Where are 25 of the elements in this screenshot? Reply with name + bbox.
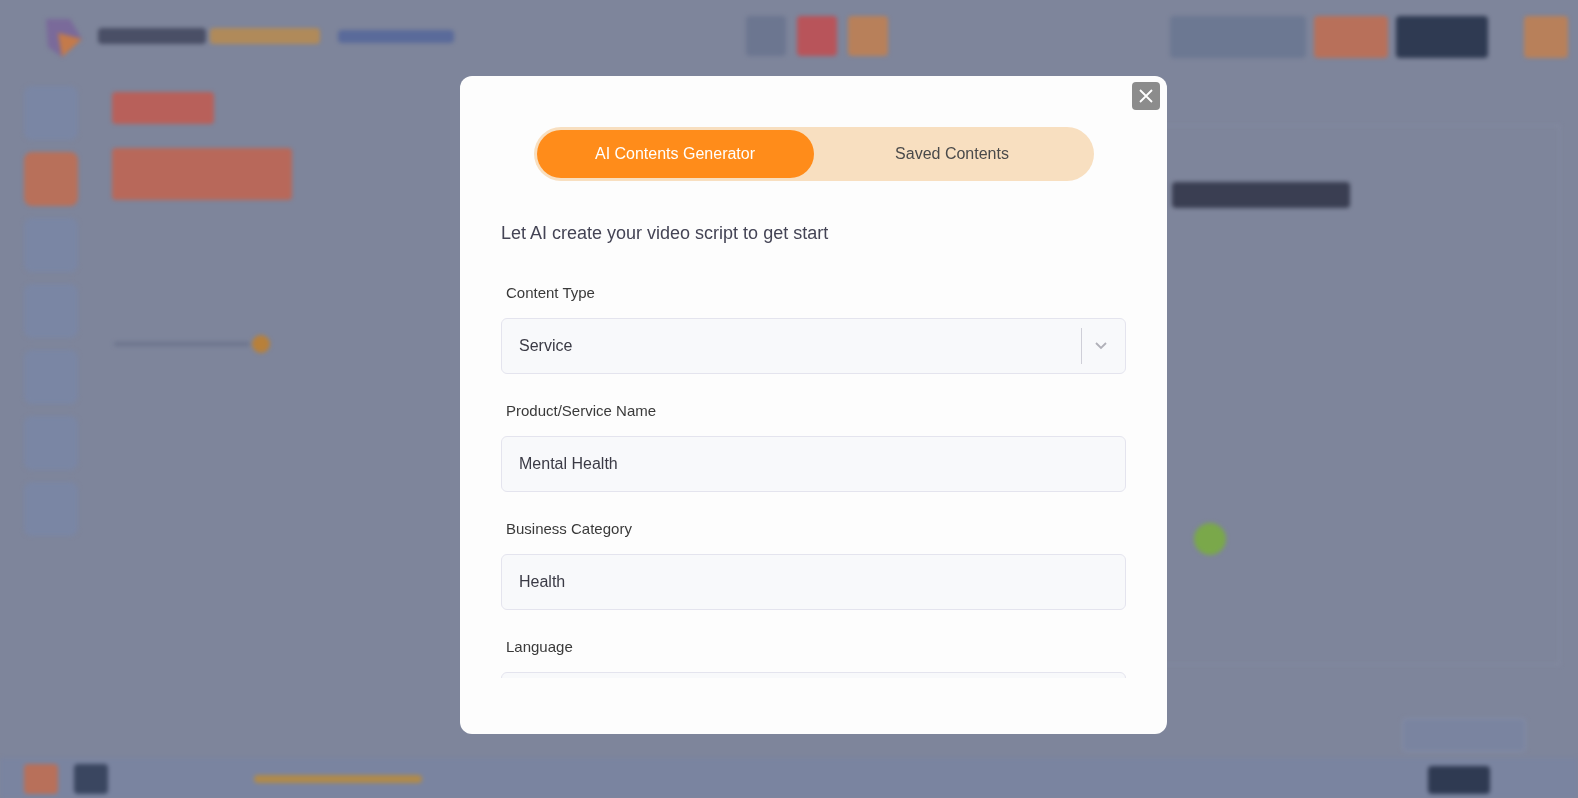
panel-button[interactable] [112,92,214,124]
footer-button[interactable] [24,764,58,794]
close-button[interactable] [1132,82,1160,110]
header-button[interactable] [1314,16,1388,58]
tab[interactable]: Saved Contents [813,130,1091,178]
header-button[interactable] [1396,16,1488,58]
input-field[interactable]: Health [501,554,1126,610]
close-icon [1138,88,1154,104]
toolbar-button[interactable] [848,16,888,56]
sidebar-button[interactable] [24,152,78,206]
add-button[interactable] [1194,523,1226,555]
slider-thumb[interactable] [252,335,270,353]
panel-button[interactable] [112,148,292,200]
header-button[interactable] [1524,16,1568,58]
field-label: Business Category [506,520,633,538]
play-button[interactable] [74,764,108,794]
field-label: Language [506,638,574,656]
intro-text: Let AI create your video script to get start [501,222,830,245]
select-field[interactable]: Service [501,318,1126,374]
toolbar-button[interactable] [797,16,837,56]
footer-button[interactable] [1428,766,1490,794]
input-field[interactable]: Mental Health [501,436,1126,492]
field-label: Content Type [506,284,596,302]
chevron-down-icon [1094,341,1108,351]
field-label: Product/Service Name [506,402,658,420]
